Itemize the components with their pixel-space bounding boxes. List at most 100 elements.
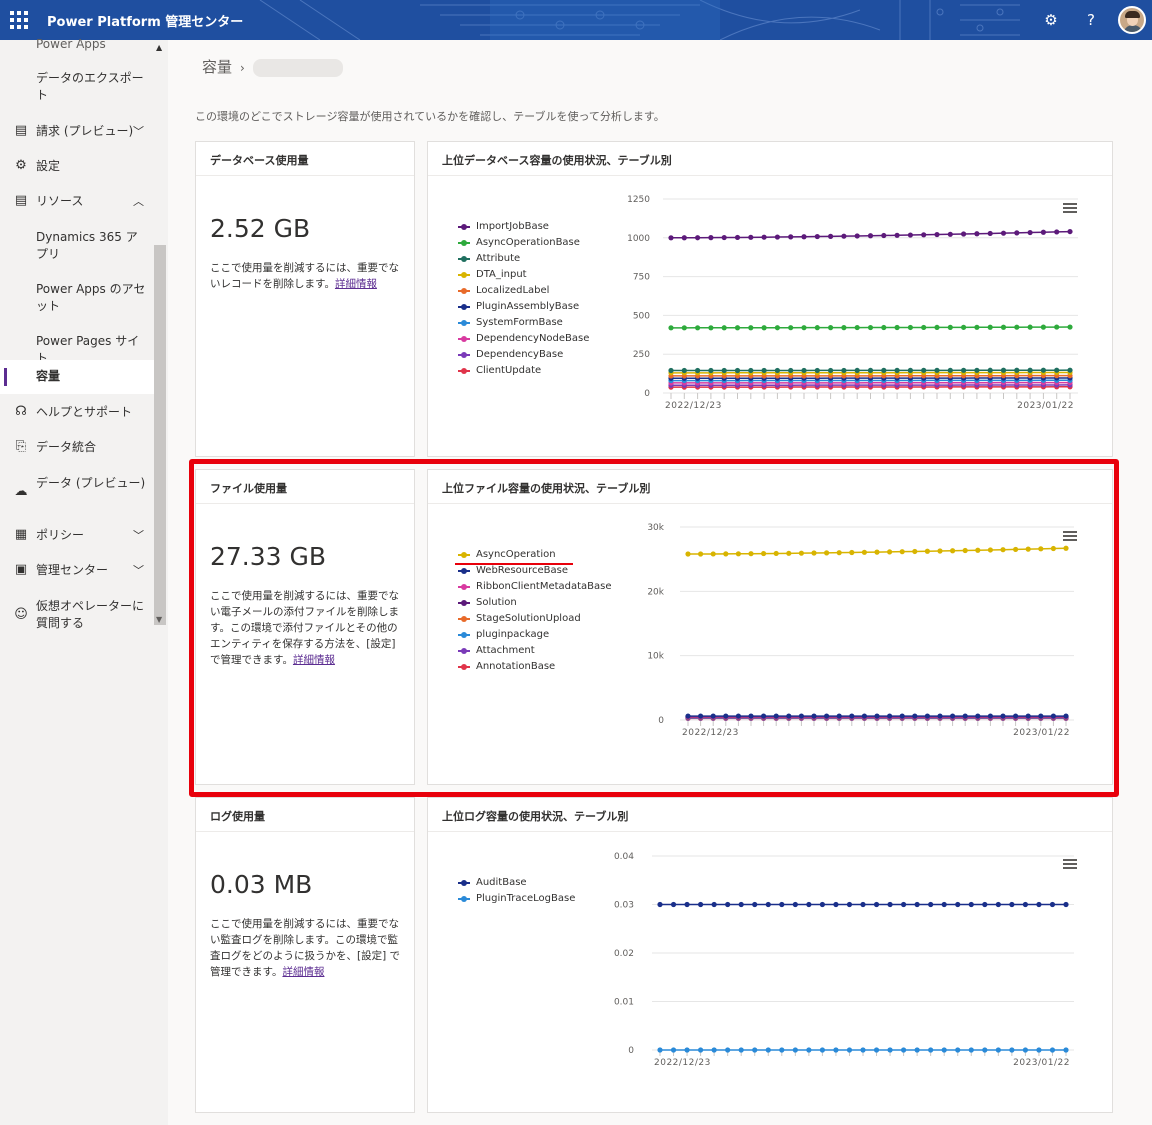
series-point	[846, 1047, 853, 1053]
series-point	[1013, 546, 1019, 553]
series-point	[1022, 901, 1028, 908]
help-icon[interactable]: ?	[1081, 10, 1101, 30]
waffle-icon[interactable]	[10, 11, 28, 29]
series-point	[873, 1047, 880, 1053]
series-point	[1049, 901, 1056, 908]
sidebar-scrollbar[interactable]	[154, 245, 166, 625]
series-point	[974, 367, 980, 373]
avatar[interactable]	[1118, 6, 1146, 34]
chevron-down-icon: ﹀	[133, 529, 144, 542]
gear-icon[interactable]: ⚙	[1041, 10, 1061, 30]
series-point	[1054, 324, 1060, 330]
breadcrumb-root[interactable]: 容量	[202, 58, 232, 76]
chevron-right-icon: ›	[240, 61, 245, 75]
series-point	[710, 713, 716, 719]
main-content: 容量 › この環境のどこでストレージ容量が使用されているかを確認し、テーブルを使っ…	[168, 40, 1152, 1125]
series-point	[1063, 713, 1069, 719]
series-point	[1027, 229, 1033, 236]
series-point	[836, 713, 842, 719]
y-tick-label: 0.01	[614, 998, 634, 1008]
series-point	[950, 713, 956, 719]
usage-value: 0.03 MB	[210, 870, 313, 899]
series-point	[854, 324, 860, 331]
series-point	[854, 233, 860, 239]
series-point	[1025, 713, 1031, 719]
series-point	[947, 231, 953, 237]
chart-plot: 0 250 500 750 1000 1250 2022/12/23 2023/01/22	[627, 195, 1078, 411]
series-point	[874, 549, 880, 555]
y-tick-label: 0.04	[614, 852, 634, 862]
learn-more-link[interactable]: 詳細情報	[282, 966, 324, 978]
usage-value: 2.52 GB	[210, 214, 311, 243]
series-point	[849, 713, 855, 719]
breadcrumb: 容量 ›	[202, 56, 343, 77]
series-point	[801, 234, 807, 240]
series-point	[668, 235, 674, 241]
series-point	[735, 551, 741, 557]
usage-value: 27.33 GB	[210, 542, 327, 571]
series-point	[987, 367, 993, 373]
x-tick-label: 2023/01/22	[1013, 1058, 1070, 1068]
series-point	[1000, 230, 1007, 236]
series-point	[881, 367, 887, 373]
learn-more-link[interactable]: 詳細情報	[293, 654, 335, 666]
series-point	[982, 901, 988, 908]
database-usage-card: データベース使用量 2.52 GB ここで使用量を削減するには、重要でないレコー…	[195, 141, 415, 457]
series-point	[828, 325, 834, 331]
series-point	[708, 367, 714, 374]
series-point	[867, 367, 874, 373]
cloud-data-icon: ☁	[14, 484, 28, 499]
learn-more-link[interactable]: 詳細情報	[335, 278, 377, 290]
series-point	[1050, 545, 1056, 552]
series-point	[698, 1047, 704, 1053]
series-point	[1049, 1047, 1056, 1053]
series-point	[907, 367, 913, 373]
series-point	[761, 713, 767, 719]
series-point	[887, 713, 893, 719]
series-point	[1067, 228, 1073, 235]
series-point	[711, 901, 717, 908]
billing-icon: ▤	[14, 123, 28, 138]
series-point	[974, 324, 980, 330]
series-point	[861, 549, 867, 555]
series-point	[962, 713, 968, 719]
series-point	[708, 235, 714, 241]
series-point	[1013, 713, 1019, 719]
active-indicator	[4, 368, 7, 386]
series-point	[867, 324, 874, 331]
series-point	[1000, 367, 1007, 373]
series-point	[901, 901, 907, 908]
series-point	[887, 1047, 893, 1053]
series-point	[765, 1047, 771, 1053]
series-point	[947, 324, 953, 330]
policy-icon: ▦	[14, 527, 28, 542]
series-point	[806, 901, 812, 908]
scroll-up-arrow-icon[interactable]: ▲	[156, 43, 162, 52]
series-point	[779, 1047, 785, 1053]
series-point	[824, 550, 830, 556]
x-tick-label: 2023/01/22	[1017, 401, 1074, 411]
usage-description: ここで使用量を削減するには、重要でないレコードを削除します。詳細情報	[210, 262, 399, 290]
series-point	[761, 325, 767, 331]
card-title: ログ使用量	[210, 810, 265, 823]
app-title[interactable]: Power Platform 管理センター	[47, 11, 243, 30]
series-point	[657, 901, 663, 908]
gear-icon: ⚙	[15, 158, 27, 173]
series-point	[711, 1047, 717, 1053]
series-point	[961, 367, 967, 373]
x-tick-label: 2023/01/22	[1013, 728, 1070, 738]
file-chart-card: 上位ファイル容量の使用状況、テーブル別 AsyncOperation WebRes…	[427, 469, 1113, 785]
sidebar: ▲ ▼ Power Apps データのエクスポート ▤ 請求 (プレビュー) ﹀…	[0, 37, 168, 1125]
series-point	[1054, 229, 1060, 235]
sidebar-item-capacity[interactable]: 容量	[0, 360, 154, 394]
scroll-down-arrow-icon[interactable]: ▼	[156, 615, 162, 624]
series-point	[788, 325, 794, 331]
x-tick-label: 2022/12/23	[665, 401, 722, 411]
chart-plot: 0 0.01 0.02 0.03 0.04 2022/12/23 2023/01/22	[614, 852, 1074, 1068]
series-point	[974, 231, 980, 237]
series-point	[1000, 713, 1006, 719]
usage-description: ここで使用量を削減するには、重要でない電子メールの添付ファイルを削除します。この…	[210, 590, 399, 666]
series-point	[894, 367, 900, 373]
series-point	[668, 367, 674, 374]
series-point	[657, 1047, 663, 1053]
